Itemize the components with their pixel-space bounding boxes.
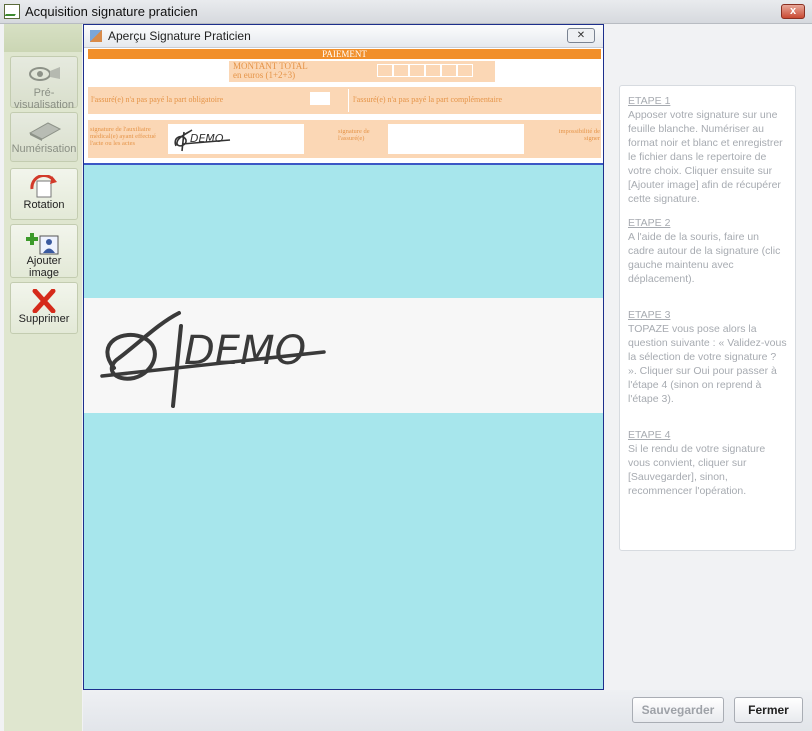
delete-icon xyxy=(26,288,62,314)
window-close-button[interactable]: x xyxy=(781,4,805,19)
title-bar: Acquisition signature praticien x xyxy=(0,0,812,24)
part-obligatoire-label: l'assuré(e) n'a pas payé la part obligat… xyxy=(91,95,224,104)
previsualisation-label: Pré-visualisation xyxy=(14,87,74,111)
rotation-button[interactable]: Rotation xyxy=(10,168,78,220)
step-1-title: ETAPE 1 xyxy=(628,95,671,107)
montant-row: MONTANT TOTAL en euros (1+2+3) xyxy=(88,59,601,85)
supprimer-button[interactable]: Supprimer xyxy=(10,282,78,334)
close-button[interactable]: Fermer xyxy=(734,697,803,723)
assure-signature-box xyxy=(388,124,524,154)
montant-sublabel: en euros (1+2+3) xyxy=(233,70,296,80)
signature-row: signature de l'auxiliaire médical(e) aya… xyxy=(88,120,601,158)
window-title: Acquisition signature praticien xyxy=(25,4,198,19)
sig-assure-label: signature de l'assuré(e) xyxy=(338,128,370,142)
save-button[interactable]: Sauvegarder xyxy=(632,697,724,723)
part-row: l'assuré(e) n'a pas payé la part obligat… xyxy=(88,87,601,114)
impossibilite-label: impossibilité de signer xyxy=(558,128,600,142)
scanner-icon xyxy=(26,119,62,141)
step-1-text: Apposer votre signature sur une feuille … xyxy=(628,109,783,205)
step-2-text: A l'aide de la souris, faire un cadre au… xyxy=(628,231,781,285)
signature-thumbnail: DEMO xyxy=(168,124,304,154)
sig-auxiliaire-label: signature de l'auxiliaire médical(e) aya… xyxy=(90,126,156,147)
step-2-title: ETAPE 2 xyxy=(628,217,671,229)
left-toolbar: Pré-visualisation Numérisation Rotation … xyxy=(4,24,82,731)
signature-thumbnail-text: DEMO xyxy=(190,132,224,145)
step-4-text: Si le rendu de votre signature vous conv… xyxy=(628,443,766,497)
add-image-icon xyxy=(26,231,62,255)
preview-app-icon xyxy=(90,30,102,42)
preview-close-button[interactable]: ✕ xyxy=(567,28,595,43)
ajouter-image-button[interactable]: Ajouter image xyxy=(10,224,78,279)
previsualisation-button[interactable]: Pré-visualisation xyxy=(10,56,78,111)
instructions-panel: ETAPE 1 Apposer votre signature sur une … xyxy=(619,85,796,551)
preview-title: Aperçu Signature Praticien xyxy=(108,29,251,43)
step-3-title: ETAPE 3 xyxy=(628,309,671,321)
scanned-signature-text: DEMO xyxy=(184,328,306,374)
app-icon xyxy=(4,4,20,19)
montant-digit-boxes xyxy=(377,64,473,77)
rotation-label: Rotation xyxy=(23,199,65,211)
numerisation-button[interactable]: Numérisation xyxy=(10,112,78,162)
eye-icon xyxy=(26,63,62,85)
payment-form: PAIEMENT MONTANT TOTAL en euros (1+2+3) … xyxy=(88,49,601,158)
numerisation-label: Numérisation xyxy=(11,143,77,155)
toolbar-header xyxy=(4,24,82,52)
part-obligatoire-checkbox xyxy=(310,92,330,105)
paiement-header: PAIEMENT xyxy=(88,49,601,59)
preview-window: Aperçu Signature Praticien ✕ PAIEMENT MO… xyxy=(84,25,603,165)
scanned-signature: DEMO xyxy=(84,298,603,413)
ajouter-image-label: Ajouter image xyxy=(26,255,62,279)
preview-header: Aperçu Signature Praticien ✕ xyxy=(84,25,603,48)
part-complementaire-label: l'assuré(e) n'a pas payé la part complém… xyxy=(353,95,503,104)
montant-total-box: MONTANT TOTAL en euros (1+2+3) xyxy=(229,61,495,82)
rotate-icon xyxy=(26,174,62,198)
supprimer-label: Supprimer xyxy=(18,313,70,325)
step-3-text: TOPAZE vous pose alors la question suiva… xyxy=(628,323,787,405)
step-4-title: ETAPE 4 xyxy=(628,429,671,441)
